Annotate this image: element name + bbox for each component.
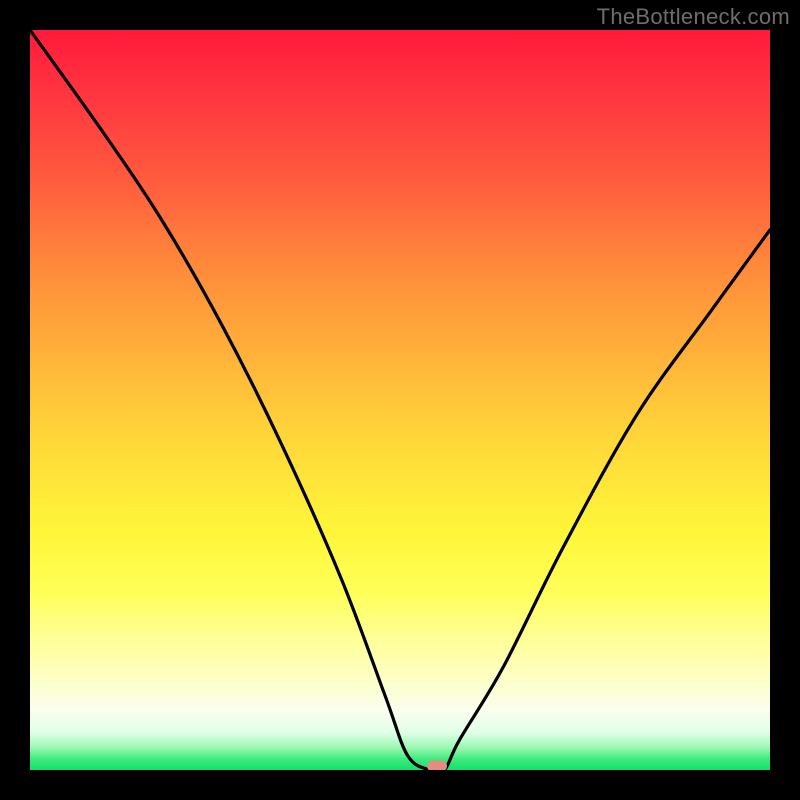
bottleneck-curve bbox=[30, 30, 770, 770]
plot-area bbox=[30, 30, 770, 770]
bottleneck-marker bbox=[427, 761, 447, 771]
watermark-text: TheBottleneck.com bbox=[597, 4, 790, 30]
chart-frame: TheBottleneck.com bbox=[0, 0, 800, 800]
